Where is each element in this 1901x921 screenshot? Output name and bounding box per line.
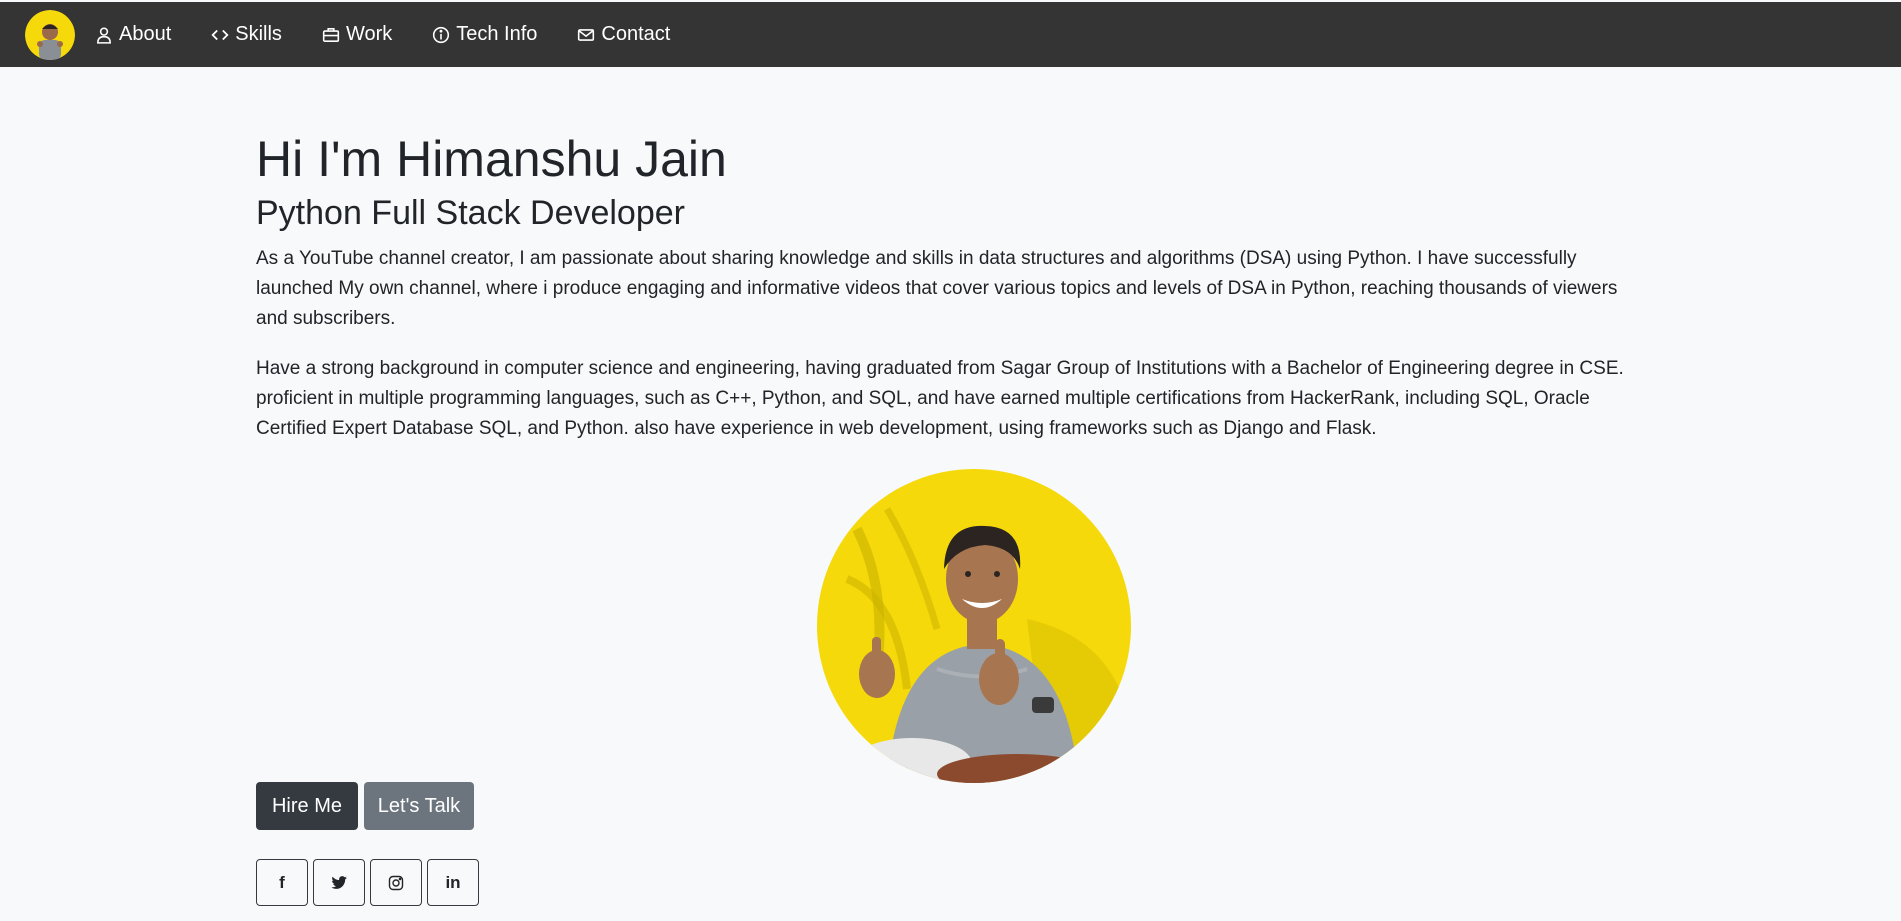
info-circle-icon xyxy=(433,26,450,43)
bio-paragraph-2: Have a strong background in computer sci… xyxy=(256,357,1624,439)
nav-work-label: Work xyxy=(345,23,393,45)
hire-me-button[interactable]: Hire Me xyxy=(256,782,358,830)
hero-section: Hi I'm Himanshu Jain Python Full Stack D… xyxy=(256,67,1646,444)
linkedin-icon: in xyxy=(445,872,461,892)
nav-tech-info-label: Tech Info xyxy=(456,23,538,45)
twitter-button[interactable] xyxy=(313,859,365,906)
briefcase-icon xyxy=(322,27,340,42)
nav-contact-label: Contact xyxy=(601,23,671,45)
lets-talk-button[interactable]: Let's Talk xyxy=(364,782,474,830)
facebook-icon: f xyxy=(279,872,285,892)
navbar: About Skills Work Tech Info Contact xyxy=(0,2,1901,67)
code-icon xyxy=(211,29,229,40)
nav-about[interactable]: About xyxy=(95,23,171,46)
linkedin-button[interactable]: in xyxy=(427,859,479,906)
hero-title: Hi I'm Himanshu Jain xyxy=(256,131,727,187)
person-icon xyxy=(97,26,111,44)
profile-portrait xyxy=(817,469,1131,783)
nav-contact[interactable]: Contact xyxy=(577,23,670,46)
nav-work[interactable]: Work xyxy=(322,23,392,46)
social-links: f in xyxy=(256,859,484,906)
facebook-button[interactable]: f xyxy=(256,859,308,906)
bio-paragraph-1: As a YouTube channel creator, I am passi… xyxy=(256,247,1618,329)
cta-buttons: Hire Me Let's Talk xyxy=(256,782,474,830)
nav-skills-label: Skills xyxy=(235,23,282,45)
instagram-button[interactable] xyxy=(370,859,422,906)
nav-about-label: About xyxy=(119,23,172,45)
nav-tech-info[interactable]: Tech Info xyxy=(432,23,537,46)
twitter-icon xyxy=(330,876,347,889)
envelope-icon xyxy=(578,28,595,41)
nav-avatar-logo[interactable] xyxy=(25,9,75,60)
instagram-icon xyxy=(388,875,404,890)
hero-subtitle: Python Full Stack Developer xyxy=(256,194,685,232)
nav-skills[interactable]: Skills xyxy=(211,23,282,46)
